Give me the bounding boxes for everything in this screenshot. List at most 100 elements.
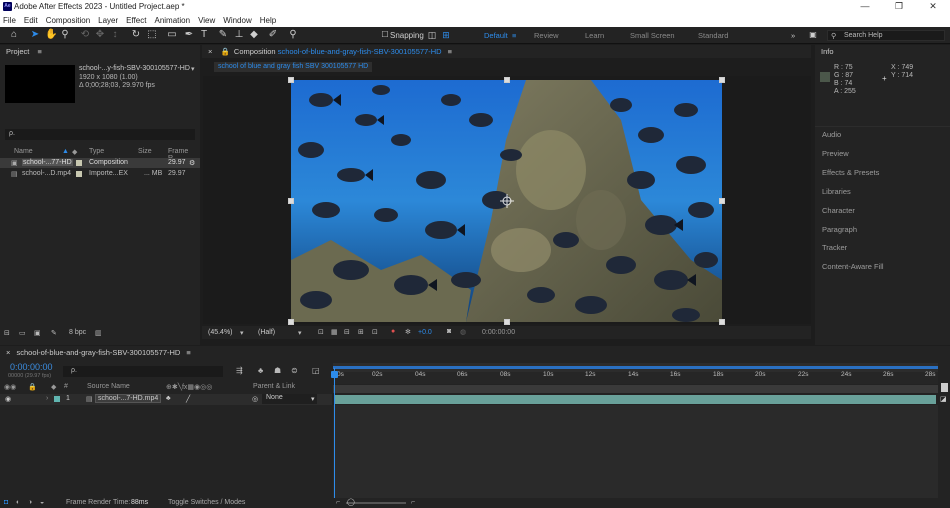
switches-icons[interactable]: ⊕✱╲fx▦◉◎◎: [166, 383, 212, 391]
menu-composition[interactable]: Composition: [46, 14, 90, 27]
project-row[interactable]: ▤ school-...D.mp4 Importe...EX ... MB 29…: [0, 169, 200, 179]
zoom-dropdown[interactable]: (45.4%): [208, 329, 233, 336]
comp-end-marker[interactable]: [941, 383, 948, 392]
selection-tool-icon[interactable]: ➤: [29, 29, 41, 41]
close-tab-icon[interactable]: ×: [208, 47, 212, 56]
camera-snapshot-icon[interactable]: ◙: [447, 328, 451, 335]
color-channel-icon[interactable]: ●: [391, 328, 395, 335]
stretch-icon[interactable]: ◒: [40, 499, 44, 506]
frame-blending-icon[interactable]: ⊜: [291, 366, 298, 375]
layer-name[interactable]: school-...7-HD.mp4: [95, 394, 162, 403]
snap-option-icon[interactable]: ◫: [426, 29, 438, 41]
panel-content-aware-fill[interactable]: Content-Aware Fill: [822, 262, 884, 271]
col-name[interactable]: Name: [14, 148, 33, 155]
transform-handle[interactable]: [288, 198, 294, 204]
zoom-out-icon[interactable]: ⌐: [336, 499, 340, 506]
track-empty-area[interactable]: [333, 405, 938, 498]
rectangle-tool-icon[interactable]: ▭: [166, 29, 178, 41]
workspace-small-screen[interactable]: Small Screen: [630, 31, 675, 40]
timeline-timecode[interactable]: 0:00:00:00: [10, 362, 53, 372]
resolution-dropdown-icon[interactable]: ▾: [298, 329, 302, 337]
exposure-reset-icon[interactable]: ✻: [405, 328, 411, 336]
comp-timecode[interactable]: 0:00:00:00: [482, 329, 515, 336]
exposure-value[interactable]: +0.0: [418, 329, 432, 336]
menu-effect[interactable]: Effect: [126, 14, 146, 27]
panel-character[interactable]: Character: [822, 206, 855, 215]
guides-icon[interactable]: ⊞: [358, 328, 364, 336]
transform-handle[interactable]: [719, 198, 725, 204]
clone-stamp-tool-icon[interactable]: ⊥: [233, 29, 245, 41]
menu-animation[interactable]: Animation: [154, 14, 190, 27]
panel-libraries[interactable]: Libraries: [822, 187, 851, 196]
footage-frame[interactable]: [291, 80, 722, 322]
resolution-dropdown[interactable]: (Half): [258, 329, 275, 336]
playhead[interactable]: [334, 368, 335, 498]
show-snapshot-icon[interactable]: ◍: [460, 328, 466, 336]
menu-help[interactable]: Help: [260, 14, 276, 27]
composition-mini-flowchart-icon[interactable]: ⇶: [236, 366, 243, 375]
zoom-slider-thumb[interactable]: ◯: [347, 498, 355, 506]
interpret-footage-icon[interactable]: ⊟: [4, 329, 10, 337]
info-panel-title[interactable]: Info: [821, 47, 834, 56]
shy-layers-icon[interactable]: ☗: [274, 366, 281, 375]
timeline-zoom-slider[interactable]: [346, 502, 406, 504]
hand-tool-icon[interactable]: ✋: [45, 29, 57, 41]
menu-edit[interactable]: Edit: [24, 14, 38, 27]
transparency-grid-icon[interactable]: ▦: [331, 328, 338, 336]
col-type[interactable]: Type: [89, 148, 104, 155]
home-icon[interactable]: ⌂: [8, 29, 20, 41]
timeline-search-input[interactable]: ρ.: [63, 366, 223, 377]
minimize-button[interactable]: —: [848, 0, 882, 14]
layer-switches-icon[interactable]: ◐: [16, 499, 20, 506]
panel-paragraph[interactable]: Paragraph: [822, 225, 857, 234]
transform-handle[interactable]: [719, 77, 725, 83]
project-search-input[interactable]: ρ.: [5, 129, 195, 140]
more-workspaces-icon[interactable]: »: [791, 31, 795, 40]
panel-menu-icon[interactable]: ≡: [37, 47, 41, 56]
label-column-icon[interactable]: ◆: [51, 383, 56, 391]
zoom-in-icon[interactable]: ⌐: [411, 499, 415, 506]
search-help-field[interactable]: ⚲ Search Help: [827, 30, 945, 41]
flowchart-icon[interactable]: ⚙: [189, 159, 195, 167]
orbit-tool-icon[interactable]: ⟲: [79, 29, 91, 41]
parent-dropdown-icon[interactable]: ▾: [311, 395, 315, 403]
project-panel-title[interactable]: Project: [6, 47, 29, 56]
in-out-icon[interactable]: ◑: [28, 499, 32, 506]
label-col-icon[interactable]: ◆: [72, 148, 77, 156]
quality-switch-icon[interactable]: ╱: [186, 395, 190, 403]
maximize-button[interactable]: ❐: [882, 0, 916, 14]
close-tab-icon[interactable]: ×: [6, 348, 10, 357]
index-column-icon[interactable]: #: [64, 383, 68, 390]
twirl-icon[interactable]: ›: [46, 395, 48, 402]
new-composition-icon[interactable]: ▣: [34, 329, 41, 337]
panel-menu-icon[interactable]: ≡: [448, 47, 452, 56]
eraser-tool-icon[interactable]: ◆: [248, 29, 260, 41]
type-tool-icon[interactable]: T: [198, 29, 210, 41]
graph-editor-icon[interactable]: ◲: [312, 366, 320, 375]
parent-dropdown[interactable]: None: [262, 394, 317, 404]
transform-handle[interactable]: [288, 319, 294, 325]
composition-panel-title[interactable]: Composition: [234, 47, 276, 56]
composition-tab[interactable]: school of blue and gray fish SBV 3001055…: [214, 62, 373, 72]
menu-file[interactable]: File: [3, 14, 16, 27]
lock-icon[interactable]: 🔒: [220, 47, 229, 56]
rotate-tool-icon[interactable]: ↻: [130, 29, 142, 41]
workspace-default[interactable]: Default: [484, 31, 508, 40]
comment-icon[interactable]: ◪: [940, 395, 947, 403]
menu-window[interactable]: Window: [223, 14, 251, 27]
item-dropdown-icon[interactable]: ▾: [191, 65, 195, 73]
render-toggle-icon[interactable]: ◘: [4, 499, 8, 506]
new-folder-icon[interactable]: ▭: [19, 329, 26, 337]
workspace-review[interactable]: Review: [534, 31, 559, 40]
pan-tool-icon[interactable]: ✥: [94, 29, 106, 41]
zoom-tool-icon[interactable]: ⚲: [59, 29, 71, 41]
workspace-learn[interactable]: Learn: [585, 31, 604, 40]
panel-preview[interactable]: Preview: [822, 149, 849, 158]
transform-handle[interactable]: [504, 77, 510, 83]
lock-column-icon[interactable]: 🔒: [28, 383, 37, 391]
snapshot-menu-icon[interactable]: ⊡: [372, 328, 378, 336]
work-area-range[interactable]: [333, 366, 938, 369]
panel-effects-presets[interactable]: Effects & Presets: [822, 168, 879, 177]
col-source-name[interactable]: Source Name: [87, 383, 130, 390]
layer-bar[interactable]: [335, 395, 936, 404]
